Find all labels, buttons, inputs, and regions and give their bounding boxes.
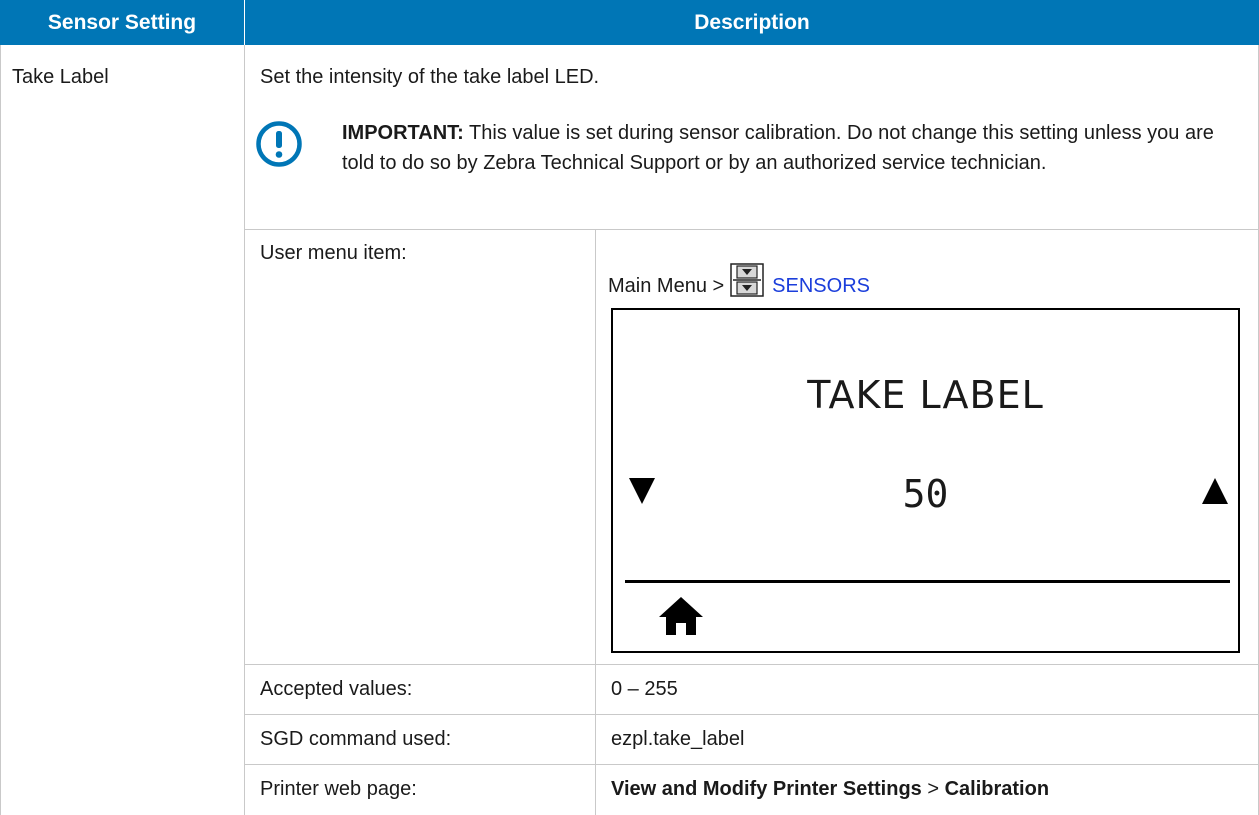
user-menu-label: User menu item: xyxy=(260,242,407,264)
grid-line xyxy=(244,664,1259,665)
grid-line xyxy=(0,45,1,815)
grid-line xyxy=(595,229,596,815)
important-note: IMPORTANT: This value is set during sens… xyxy=(342,118,1222,178)
important-label: IMPORTANT: xyxy=(342,122,464,144)
menu-path: Main Menu > SENSORS xyxy=(608,263,870,301)
important-text: This value is set during sensor calibrat… xyxy=(342,122,1214,174)
sensors-link[interactable]: SENSORS xyxy=(772,271,870,301)
menu-path-prefix: Main Menu > xyxy=(608,275,725,297)
web-page-label: Printer web page: xyxy=(260,778,417,800)
sensors-icon xyxy=(730,263,764,297)
accepted-values: 0 – 255 xyxy=(611,678,678,700)
web-page-path-part2: Calibration xyxy=(944,778,1050,800)
printer-display: TAKE LABEL 50 xyxy=(611,308,1240,653)
setting-intro: Set the intensity of the take label LED. xyxy=(260,66,600,88)
grid-line xyxy=(244,229,1259,230)
up-arrow-icon[interactable] xyxy=(1202,478,1228,504)
header-description: Description xyxy=(245,0,1259,45)
important-icon xyxy=(256,121,302,167)
display-divider xyxy=(625,580,1230,583)
grid-line xyxy=(244,714,1259,715)
accepted-values-label: Accepted values: xyxy=(260,678,413,700)
setting-name: Take Label xyxy=(12,66,109,88)
home-icon[interactable] xyxy=(657,596,705,636)
grid-line xyxy=(244,764,1259,765)
grid-line xyxy=(244,45,245,815)
header-sensor-setting: Sensor Setting xyxy=(0,0,244,45)
display-value: 50 xyxy=(902,472,949,516)
web-page-path: View and Modify Printer Settings > Calib… xyxy=(611,774,1049,804)
sgd-command: ezpl.take_label xyxy=(611,728,745,750)
sgd-command-label: SGD command used: xyxy=(260,728,452,750)
web-page-path-part1: View and Modify Printer Settings xyxy=(611,778,922,800)
display-title: TAKE LABEL xyxy=(807,373,1044,417)
web-page-path-separator: > xyxy=(921,778,945,800)
